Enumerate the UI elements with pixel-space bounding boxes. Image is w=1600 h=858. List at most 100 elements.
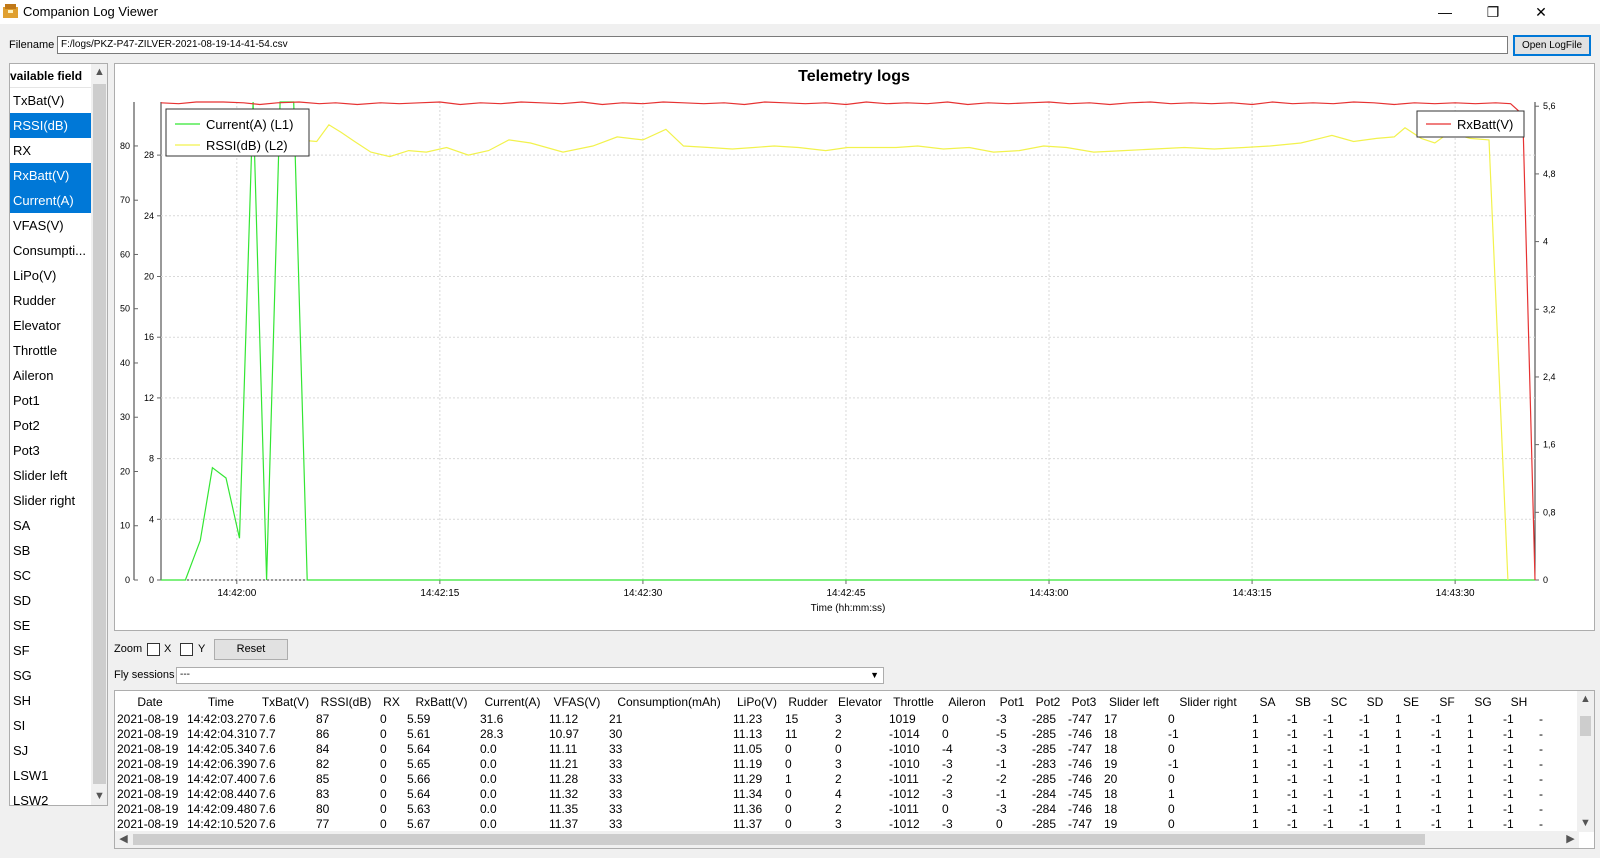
table-hscroll-thumb[interactable] — [133, 834, 1425, 845]
column-header[interactable]: Current(A) — [478, 691, 547, 712]
field-item[interactable]: SG — [10, 663, 91, 688]
open-logfile-button[interactable]: Open LogFile — [1513, 35, 1591, 56]
column-header[interactable]: SF — [1429, 691, 1465, 712]
fly-sessions-select[interactable]: --- ▼ — [176, 667, 884, 684]
field-item[interactable]: LSW1 — [10, 763, 91, 788]
column-header[interactable]: Date — [115, 691, 185, 712]
column-header[interactable]: SC — [1321, 691, 1357, 712]
table-row[interactable]: 2021-08-19 14:42:10.520 7.6 77 0 5.67 0.0 11.37… — [115, 817, 1557, 832]
column-header[interactable] — [1537, 691, 1557, 712]
reset-button[interactable]: Reset — [214, 639, 288, 660]
field-item[interactable]: SH — [10, 688, 91, 713]
table-row[interactable]: 2021-08-19 14:42:03.270 7.6 87 0 5.59 31.6 11.1… — [115, 712, 1557, 727]
field-item[interactable]: LSW2 — [10, 788, 91, 805]
scroll-up-icon[interactable]: ▲ — [1577, 691, 1594, 708]
field-item[interactable]: SF — [10, 638, 91, 663]
column-header[interactable]: SB — [1285, 691, 1321, 712]
filename-input[interactable]: F:/logs/PKZ-P47-ZILVER-2021-08-19-14-41-… — [57, 36, 1508, 54]
field-item[interactable]: RxBatt(V) — [10, 163, 91, 188]
column-header[interactable]: Consumption(mAh) — [607, 691, 731, 712]
series-line-R1 — [160, 101, 1536, 581]
field-item[interactable]: Current(A) — [10, 188, 91, 213]
zoom-x-checkbox[interactable] — [147, 643, 160, 656]
column-header[interactable]: SA — [1250, 691, 1285, 712]
y-tick-label-R1: 4,8 — [1543, 169, 1556, 179]
field-item[interactable]: SD — [10, 588, 91, 613]
column-header[interactable]: Elevator — [833, 691, 887, 712]
field-item[interactable]: Throttle — [10, 338, 91, 363]
field-item[interactable]: Consumpti... — [10, 238, 91, 263]
column-header[interactable]: RxBatt(V) — [405, 691, 478, 712]
field-item[interactable]: Pot1 — [10, 388, 91, 413]
field-item[interactable]: RSSI(dB) — [10, 113, 91, 138]
column-header[interactable]: Rudder — [783, 691, 833, 712]
field-item[interactable]: Pot3 — [10, 438, 91, 463]
fields-scroll-thumb[interactable] — [93, 84, 106, 784]
table-vscroll-thumb[interactable] — [1580, 716, 1591, 736]
table-vertical-scrollbar[interactable]: ▲ ▼ — [1577, 691, 1594, 832]
scroll-right-icon[interactable]: ▶ — [1562, 831, 1579, 848]
table-row[interactable]: 2021-08-19 14:42:09.480 7.6 80 0 5.63 0.0 11.35… — [115, 802, 1557, 817]
column-header[interactable]: Aileron — [940, 691, 994, 712]
column-header[interactable]: Pot1 — [994, 691, 1030, 712]
column-header[interactable]: VFAS(V) — [547, 691, 607, 712]
column-header[interactable]: Throttle — [887, 691, 940, 712]
fields-scrollbar[interactable]: ▲ ▼ — [91, 64, 107, 805]
field-item[interactable]: SA — [10, 513, 91, 538]
field-item[interactable]: Slider left — [10, 463, 91, 488]
table-cell: 87 — [316, 712, 330, 726]
y-tick-label-R1: 5,6 — [1543, 101, 1556, 111]
column-header[interactable]: SD — [1357, 691, 1393, 712]
table-cell: -1 — [1323, 772, 1334, 786]
scroll-left-icon[interactable]: ◀ — [115, 831, 132, 848]
column-header[interactable]: Pot2 — [1030, 691, 1066, 712]
zoom-y-checkbox[interactable] — [180, 643, 193, 656]
table-row[interactable]: 2021-08-19 14:42:04.310 7.7 86 0 5.61 28.3 10.9… — [115, 727, 1557, 742]
table-cell: -1 — [1503, 817, 1514, 831]
table-cell: 1 — [1467, 742, 1474, 756]
scroll-down-icon[interactable]: ▼ — [1577, 815, 1594, 832]
field-item[interactable]: Rudder — [10, 288, 91, 313]
field-item[interactable]: Elevator — [10, 313, 91, 338]
table-row[interactable]: 2021-08-19 14:42:05.340 7.6 84 0 5.64 0.0 11.11… — [115, 742, 1557, 757]
field-item[interactable]: LiPo(V) — [10, 263, 91, 288]
close-button[interactable]: ✕ — [1518, 0, 1564, 24]
scroll-up-icon[interactable]: ▲ — [91, 64, 107, 81]
column-header[interactable]: TxBat(V) — [257, 691, 314, 712]
column-header[interactable]: Slider right — [1166, 691, 1250, 712]
field-item[interactable]: Aileron — [10, 363, 91, 388]
table-cell: 18 — [1104, 802, 1118, 816]
table-cell: 1 — [1467, 802, 1474, 816]
scroll-down-icon[interactable]: ▼ — [91, 788, 107, 805]
column-header[interactable]: RSSI(dB) — [314, 691, 378, 712]
table-row[interactable]: 2021-08-19 14:42:08.440 7.6 83 0 5.64 0.0 11.32… — [115, 787, 1557, 802]
field-item[interactable]: Pot2 — [10, 413, 91, 438]
column-header[interactable]: SG — [1465, 691, 1501, 712]
table-horizontal-scrollbar[interactable]: ◀ ▶ — [115, 831, 1579, 848]
column-header[interactable]: SH — [1501, 691, 1537, 712]
column-header[interactable]: Time — [185, 691, 257, 712]
column-header[interactable]: Slider left — [1102, 691, 1166, 712]
field-item[interactable]: SJ — [10, 738, 91, 763]
column-header[interactable]: LiPo(V) — [731, 691, 783, 712]
field-item[interactable]: VFAS(V) — [10, 213, 91, 238]
column-header[interactable]: RX — [378, 691, 405, 712]
table-cell: 11.37 — [733, 817, 763, 831]
field-item[interactable]: Slider right — [10, 488, 91, 513]
field-item[interactable]: RX — [10, 138, 91, 163]
table-cell: -1 — [1168, 727, 1179, 741]
field-item[interactable]: SI — [10, 713, 91, 738]
maximize-button[interactable]: ❐ — [1470, 0, 1516, 24]
column-header[interactable]: Pot3 — [1066, 691, 1102, 712]
table-cell: 0 — [380, 727, 387, 741]
field-item[interactable]: SE — [10, 613, 91, 638]
table-cell: - — [1539, 772, 1543, 786]
telemetry-chart[interactable]: Telemetry logs 14:42:00 14:42:15 14:42:30 14… — [115, 64, 1594, 630]
field-item[interactable]: SC — [10, 563, 91, 588]
minimize-button[interactable]: — — [1422, 0, 1468, 24]
table-row[interactable]: 2021-08-19 14:42:07.400 7.6 85 0 5.66 0.0 11.28… — [115, 772, 1557, 787]
field-item[interactable]: TxBat(V) — [10, 88, 91, 113]
table-row[interactable]: 2021-08-19 14:42:06.390 7.6 82 0 5.65 0.0 11.21… — [115, 757, 1557, 772]
field-item[interactable]: SB — [10, 538, 91, 563]
column-header[interactable]: SE — [1393, 691, 1429, 712]
